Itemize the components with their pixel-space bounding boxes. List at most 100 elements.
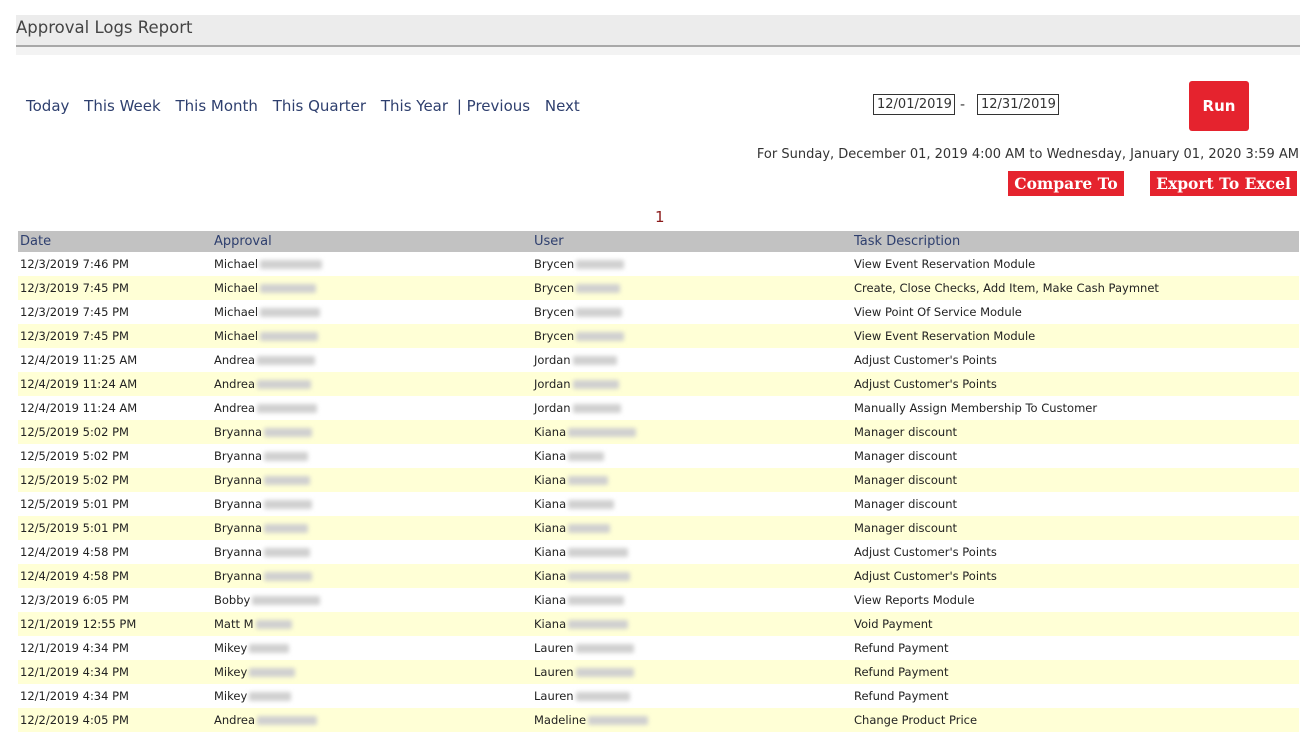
- redacted-surname: [568, 620, 629, 629]
- redacted-surname: [257, 716, 318, 725]
- redacted-surname: [249, 692, 292, 701]
- cell-user: Kiana: [532, 612, 852, 636]
- table-row: 12/5/2019 5:02 PM Bryanna Kiana Manager dis…: [18, 444, 1299, 468]
- cell-task-description-text: Adjust Customer's Points: [854, 353, 997, 367]
- cell-date-text: 12/3/2019 7:45 PM: [20, 281, 129, 295]
- cell-task-description-text: Adjust Customer's Points: [854, 545, 997, 559]
- cell-approval: Mikey: [212, 684, 532, 708]
- cell-date: 12/4/2019 11:25 AM: [18, 348, 212, 372]
- cell-approval-text: Andrea: [214, 377, 256, 391]
- cell-approval: Bryanna: [212, 420, 532, 444]
- next-link[interactable]: Next: [545, 97, 580, 115]
- redacted-surname: [249, 668, 296, 677]
- cell-user: Brycen: [532, 252, 852, 276]
- column-header-approval[interactable]: Approval: [212, 231, 532, 252]
- period-this-week-link[interactable]: This Week: [84, 97, 161, 115]
- cell-task-description: Refund Payment: [852, 684, 1299, 708]
- cell-approval-text: Andrea: [214, 353, 256, 367]
- redacted-surname: [252, 596, 321, 605]
- cell-approval: Mikey: [212, 636, 532, 660]
- cell-task-description-text: Manually Assign Membership To Customer: [854, 401, 1098, 415]
- cell-date: 12/3/2019 6:05 PM: [18, 588, 212, 612]
- redacted-surname: [576, 332, 625, 341]
- table-row: 12/5/2019 5:01 PM Bryanna Kiana Manager dis…: [18, 492, 1299, 516]
- cell-task-description: Adjust Customer's Points: [852, 564, 1299, 588]
- redacted-surname: [568, 428, 637, 437]
- cell-task-description: Adjust Customer's Points: [852, 540, 1299, 564]
- previous-link[interactable]: Previous: [467, 97, 530, 115]
- table-row: 12/5/2019 5:02 PM Bryanna Kiana Manager dis…: [18, 468, 1299, 492]
- cell-task-description: View Event Reservation Module: [852, 252, 1299, 276]
- cell-approval-text: Michael: [214, 281, 259, 295]
- cell-user-text: Lauren: [534, 641, 574, 655]
- cell-task-description-text: Adjust Customer's Points: [854, 569, 997, 583]
- cell-date: 12/3/2019 7:45 PM: [18, 324, 212, 348]
- table-row: 12/1/2019 4:34 PM Mikey Lauren Refund Payme…: [18, 684, 1299, 708]
- redacted-surname: [264, 500, 313, 509]
- column-header-date[interactable]: Date: [18, 231, 212, 252]
- redacted-surname: [264, 452, 309, 461]
- redacted-surname: [568, 524, 611, 533]
- table-row: 12/4/2019 4:58 PM Bryanna Kiana Adjust Cust…: [18, 564, 1299, 588]
- table-row: 12/4/2019 4:58 PM Bryanna Kiana Adjust Cust…: [18, 540, 1299, 564]
- table-row: 12/3/2019 7:45 PM Michael Brycen View Event…: [18, 324, 1299, 348]
- nav-separator: |: [456, 97, 462, 115]
- cell-date-text: 12/5/2019 5:02 PM: [20, 425, 129, 439]
- cell-user: Kiana: [532, 564, 852, 588]
- redacted-surname: [264, 548, 311, 557]
- cell-date-text: 12/4/2019 11:24 AM: [20, 401, 138, 415]
- cell-task-description: Manager discount: [852, 420, 1299, 444]
- redacted-surname: [572, 404, 621, 413]
- cell-approval-text: Bryanna: [214, 473, 263, 487]
- cell-approval-text: Bryanna: [214, 569, 263, 583]
- cell-approval: Michael: [212, 276, 532, 300]
- cell-user: Lauren: [532, 684, 852, 708]
- cell-user-text: Kiana: [534, 449, 567, 463]
- cell-approval: Bryanna: [212, 540, 532, 564]
- end-date-input[interactable]: [977, 94, 1059, 115]
- redacted-surname: [568, 596, 625, 605]
- cell-date: 12/2/2019 4:05 PM: [18, 708, 212, 732]
- redacted-surname: [572, 380, 619, 389]
- start-date-input[interactable]: [873, 94, 955, 115]
- compare-to-button[interactable]: Compare To: [1008, 171, 1124, 196]
- period-this-quarter-link[interactable]: This Quarter: [273, 97, 366, 115]
- cell-user-text: Madeline: [534, 713, 587, 727]
- redacted-surname: [264, 572, 313, 581]
- page-number-link[interactable]: 1: [655, 208, 665, 226]
- cell-task-description: Manager discount: [852, 492, 1299, 516]
- cell-approval: Mikey: [212, 660, 532, 684]
- redacted-surname: [264, 476, 311, 485]
- cell-approval: Andrea: [212, 372, 532, 396]
- period-this-month-link[interactable]: This Month: [175, 97, 257, 115]
- report-title-bar: Approval Logs Report: [16, 15, 1300, 47]
- run-button[interactable]: Run: [1189, 81, 1249, 131]
- date-range-description: For Sunday, December 01, 2019 4:00 AM to…: [756, 147, 1299, 162]
- export-to-excel-button[interactable]: Export To Excel: [1150, 171, 1297, 196]
- redacted-surname: [572, 356, 617, 365]
- cell-approval: Andrea: [212, 396, 532, 420]
- column-header-user[interactable]: User: [532, 231, 852, 252]
- cell-task-description-text: Refund Payment: [854, 641, 949, 655]
- cell-date-text: 12/1/2019 4:34 PM: [20, 689, 129, 703]
- cell-date: 12/3/2019 7:45 PM: [18, 276, 212, 300]
- cell-user-text: Jordan: [534, 401, 571, 415]
- cell-date-text: 12/3/2019 7:45 PM: [20, 329, 129, 343]
- cell-date-text: 12/4/2019 4:58 PM: [20, 545, 129, 559]
- cell-date: 12/1/2019 4:34 PM: [18, 636, 212, 660]
- cell-user-text: Kiana: [534, 425, 567, 439]
- period-this-year-link[interactable]: This Year: [381, 97, 448, 115]
- column-header-task-description[interactable]: Task Description: [852, 231, 1299, 252]
- period-today-link[interactable]: Today: [26, 97, 69, 115]
- table-row: 12/5/2019 5:01 PM Bryanna Kiana Manager dis…: [18, 516, 1299, 540]
- cell-date: 12/1/2019 4:34 PM: [18, 660, 212, 684]
- cell-date-text: 12/3/2019 6:05 PM: [20, 593, 129, 607]
- cell-task-description-text: Refund Payment: [854, 665, 949, 679]
- cell-date-text: 12/3/2019 7:45 PM: [20, 305, 129, 319]
- cell-approval: Michael: [212, 300, 532, 324]
- redacted-surname: [568, 476, 609, 485]
- cell-task-description: Create, Close Checks, Add Item, Make Cas…: [852, 276, 1299, 300]
- cell-user-text: Jordan: [534, 377, 571, 391]
- cell-approval: Bryanna: [212, 492, 532, 516]
- redacted-surname: [257, 404, 318, 413]
